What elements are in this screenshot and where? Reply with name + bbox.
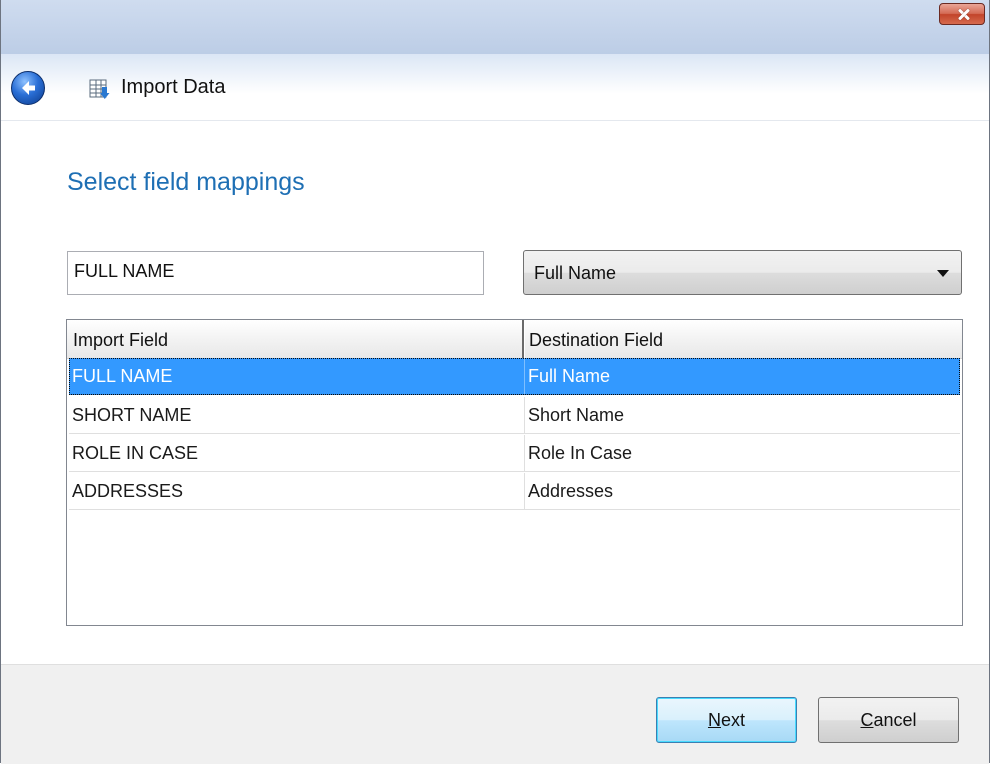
cancel-button[interactable]: Cancel bbox=[818, 697, 959, 743]
cancel-mnemonic: C bbox=[860, 710, 874, 730]
page-heading: Select field mappings bbox=[67, 168, 305, 196]
import-field-input[interactable]: FULL NAME bbox=[67, 251, 484, 295]
import-field-cell: ADDRESSES bbox=[72, 481, 184, 501]
table-row[interactable]: ROLE IN CASE Role In Case bbox=[69, 435, 960, 472]
destination-field-cell: Addresses bbox=[524, 473, 960, 509]
import-field-cell: ROLE IN CASE bbox=[72, 443, 199, 463]
next-mnemonic: N bbox=[707, 710, 721, 730]
column-header-destination-field[interactable]: Destination Field bbox=[525, 320, 960, 358]
import-field-cell: SHORT NAME bbox=[72, 405, 192, 425]
import-field-cell: FULL NAME bbox=[72, 366, 173, 386]
destination-field-cell: Full Name bbox=[524, 358, 960, 394]
import-data-window: Import Data Select field mappings FULL N… bbox=[0, 0, 990, 764]
window-title: Import Data bbox=[121, 76, 226, 98]
destination-field-dropdown[interactable]: Full Name bbox=[523, 250, 962, 295]
close-button[interactable] bbox=[939, 3, 985, 25]
destination-field-cell: Short Name bbox=[524, 397, 960, 433]
import-data-icon bbox=[89, 78, 111, 100]
table-row[interactable]: ADDRESSES Addresses bbox=[69, 473, 960, 510]
destination-field-cell: Role In Case bbox=[524, 435, 960, 471]
column-header-import-field[interactable]: Import Field bbox=[69, 320, 522, 358]
back-arrow-icon bbox=[22, 81, 35, 95]
back-button[interactable] bbox=[11, 71, 45, 105]
table-row[interactable]: FULL NAME Full Name bbox=[69, 358, 960, 395]
next-button[interactable]: Next bbox=[656, 697, 797, 743]
destination-field-selected: Full Name bbox=[534, 263, 617, 283]
next-label: ext bbox=[720, 710, 745, 730]
field-mappings-list[interactable]: Import Field Destination Field FULL NAME… bbox=[66, 319, 963, 626]
cancel-label: ancel bbox=[873, 710, 917, 730]
chevron-down-icon bbox=[937, 270, 949, 277]
table-row[interactable]: SHORT NAME Short Name bbox=[69, 397, 960, 434]
list-header: Import Field Destination Field bbox=[67, 320, 962, 359]
title-bar bbox=[1, 0, 989, 54]
